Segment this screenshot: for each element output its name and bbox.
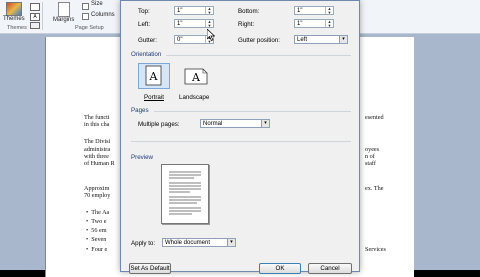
doc-line: The Divisi (84, 138, 111, 145)
chevron-down-icon[interactable]: ▾ (261, 120, 269, 127)
preview-page (161, 164, 209, 224)
margins-icon[interactable] (58, 2, 70, 17)
themes-button[interactable]: Themes (3, 16, 25, 22)
left-margin-value: 1" (177, 21, 183, 27)
bullet-item: • Two e (86, 218, 107, 225)
bullet-item: • The Aa (86, 209, 110, 216)
landscape-option[interactable]: A (180, 63, 212, 89)
effects-icon[interactable] (30, 22, 40, 29)
section-divider (166, 55, 351, 56)
doc-line: of Human R (84, 160, 115, 167)
portrait-label: Portrait (144, 94, 164, 101)
left-margin-field[interactable]: 1" ▲ ▼ (174, 19, 214, 28)
doc-line-right: staff (365, 160, 376, 167)
colors-icon[interactable] (30, 3, 40, 11)
spin-arrows-icon[interactable]: ▲ ▼ (205, 20, 213, 27)
landscape-page-icon: A (184, 68, 208, 85)
multiple-pages-label: Multiple pages: (138, 121, 180, 128)
doc-line: 70 employ (84, 192, 111, 199)
section-divider (131, 141, 351, 142)
gutter-position-select[interactable]: Left ▾ (294, 35, 348, 44)
apply-to-select[interactable]: Whole document ▾ (162, 238, 236, 247)
cancel-button[interactable]: Cancel (308, 263, 352, 274)
cursor-icon (207, 29, 215, 41)
bullet-item: • 56 em (86, 227, 107, 234)
spin-arrows-icon[interactable]: ▲ ▼ (325, 20, 333, 27)
svg-text:A: A (191, 71, 201, 84)
doc-line-right: esented (365, 114, 384, 121)
ribbon-divider (42, 2, 43, 30)
landscape-label: Landscape (179, 94, 210, 101)
bullet-item: • Seven (86, 236, 107, 243)
doc-line-right: Services (365, 246, 386, 253)
chevron-down-icon[interactable]: ▾ (227, 239, 235, 246)
gutter-position-value: Left (297, 37, 308, 43)
doc-line-right: ex. The (365, 185, 384, 192)
preview-lines-icon (169, 171, 201, 215)
size-icon[interactable] (82, 3, 89, 10)
pages-section-label: Pages (131, 107, 149, 114)
size-button[interactable]: Size (91, 1, 103, 7)
bullet-text: The Aa (91, 209, 110, 216)
top-margin-value: 1" (177, 8, 183, 14)
apply-to-value: Whole document (165, 240, 211, 246)
orientation-section-label: Orientation (131, 51, 162, 58)
bullet-text: Four e (91, 246, 108, 253)
bottom-margin-value: 1" (297, 8, 303, 14)
top-margin-field[interactable]: 1" ▲ ▼ (174, 6, 214, 15)
section-divider (154, 111, 351, 112)
apply-to-label: Apply to: (131, 240, 156, 247)
preview-section-label: Preview (131, 154, 154, 161)
multiple-pages-value: Normal (203, 121, 223, 127)
gutter-position-label: Gutter position: (238, 37, 280, 44)
page-setup-group-label: Page Setup (75, 25, 104, 31)
themes-group-label: Themes (7, 25, 27, 31)
bullet-text: 56 em (91, 227, 107, 234)
gutter-value: 0" (177, 37, 183, 43)
left-margin-label: Left: (138, 21, 151, 28)
svg-text:A: A (149, 70, 159, 83)
portrait-option[interactable]: A (138, 63, 170, 89)
chevron-down-icon[interactable]: ▾ (339, 36, 347, 43)
spin-arrows-icon[interactable]: ▲ ▼ (205, 7, 213, 14)
columns-icon[interactable] (82, 13, 89, 20)
page-setup-dialog: Top: 1" ▲ ▼ Bottom: 1" ▲ ▼ Left: 1" ▲ ▼ Right:… (120, 0, 360, 274)
themes-icon[interactable] (6, 2, 22, 16)
bullet-text: Two e (91, 218, 107, 225)
multiple-pages-select[interactable]: Normal ▾ (200, 119, 270, 128)
spin-arrows-icon[interactable]: ▲ ▼ (325, 7, 333, 14)
right-margin-value: 1" (297, 21, 303, 27)
bullet-item: • Four e (86, 246, 108, 253)
bottom-margin-label: Bottom: (238, 8, 260, 15)
gutter-label: Gutter: (138, 37, 157, 44)
doc-line: in this cha (84, 121, 110, 128)
bottom-margin-field[interactable]: 1" ▲ ▼ (294, 6, 334, 15)
set-as-default-button[interactable]: Set As Default (129, 263, 171, 274)
ok-button[interactable]: OK (259, 263, 301, 274)
margins-button[interactable]: Margins (53, 17, 74, 23)
fonts-icon[interactable]: A (30, 13, 40, 21)
right-margin-field[interactable]: 1" ▲ ▼ (294, 19, 334, 28)
bullet-text: Seven (91, 236, 107, 243)
portrait-page-icon: A (145, 65, 162, 86)
top-margin-label: Top: (138, 8, 150, 15)
columns-button[interactable]: Columns (91, 12, 115, 18)
right-margin-label: Right: (238, 21, 255, 28)
